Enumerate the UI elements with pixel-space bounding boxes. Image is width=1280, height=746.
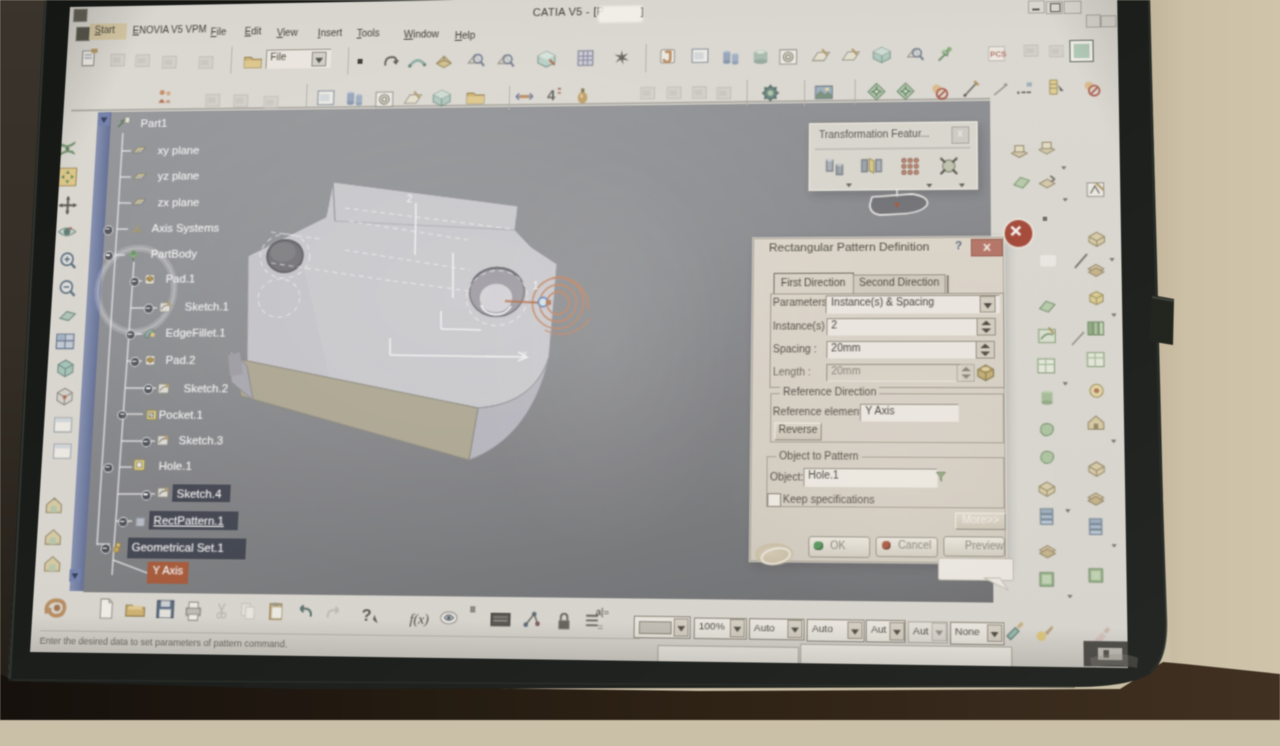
svg-text:?: ? bbox=[361, 607, 372, 626]
svg-text:f(x): f(x) bbox=[409, 611, 429, 627]
svg-text:=: = bbox=[598, 621, 604, 632]
